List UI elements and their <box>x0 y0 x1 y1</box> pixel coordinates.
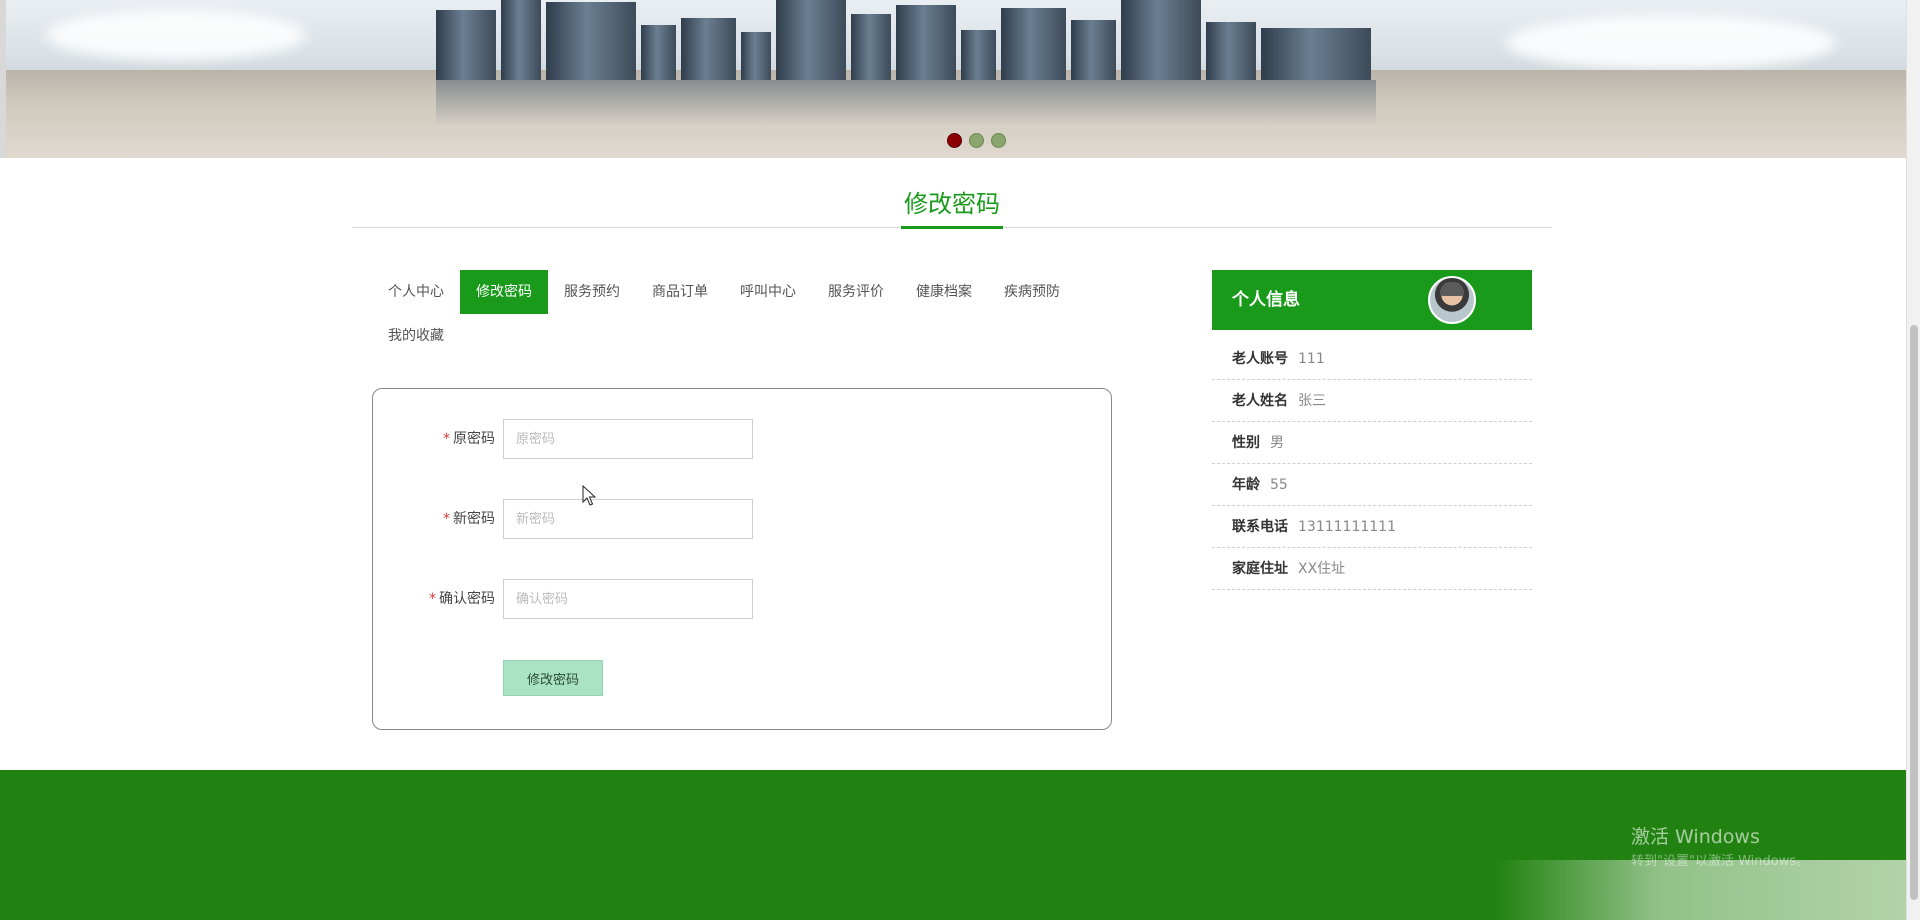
tab-3[interactable]: 商品订单 <box>636 270 724 314</box>
tab-0[interactable]: 个人中心 <box>372 270 460 314</box>
old-password-input[interactable] <box>503 419 753 459</box>
cursor-arrow-icon <box>582 484 597 506</box>
profile-row: 年龄 55 <box>1212 464 1532 506</box>
avatar[interactable] <box>1428 276 1476 324</box>
page-scrollbar[interactable] <box>1906 0 1920 920</box>
profile-field-label: 家庭住址 <box>1232 561 1288 577</box>
profile-row: 联系电话 13111111111 <box>1212 506 1532 548</box>
form-row-confirm-password: * 确认密码 <box>373 579 1111 621</box>
profile-header: 个人信息 <box>1212 270 1532 330</box>
page: 修改密码 个人中心 修改密码 服务预约 商品订单 呼叫中心 服务评价 健康档案 疾病预防 我的收… <box>0 0 1920 920</box>
profile-field-label: 联系电话 <box>1232 519 1288 535</box>
carousel-indicators <box>6 133 1906 148</box>
old-password-label: 原密码 <box>453 431 495 447</box>
profile-title: 个人信息 <box>1232 290 1300 310</box>
banner-carousel <box>0 0 1906 158</box>
profile-panel: 个人信息 老人账号 111 老人姓名 张三 性别男年龄 55 联系电话 13111111111… <box>1212 270 1532 590</box>
required-mark: * <box>429 591 436 607</box>
page-title: 修改密码 <box>904 190 1000 218</box>
banner-reflection <box>436 80 1376 125</box>
tab-7[interactable]: 疾病预防 <box>988 270 1076 314</box>
confirm-password-label: 确认密码 <box>439 591 495 607</box>
change-password-form: * 原密码 * 新密码 * 确认密码 修改密码 <box>372 388 1112 730</box>
title-underline <box>901 226 1003 229</box>
carousel-dot[interactable] <box>946 133 962 148</box>
profile-row: 老人姓名 张三 <box>1212 380 1532 422</box>
profile-fields: 老人账号 111 老人姓名 张三 性别男年龄 55 联系电话 13111111111 家庭住址 X… <box>1212 338 1532 590</box>
activation-watermark-subtitle: 转到"设置"以激活 Windows。 <box>1631 854 1810 869</box>
activation-watermark: 激活 Windows <box>1631 826 1760 848</box>
avatar-cap <box>1440 282 1464 296</box>
profile-field-label: 年龄 <box>1232 477 1260 493</box>
scrollbar-thumb[interactable] <box>1910 325 1918 900</box>
profile-row: 老人账号 111 <box>1212 338 1532 380</box>
form-row-new-password: * 新密码 <box>373 499 1111 541</box>
section-header: 修改密码 <box>352 158 1552 229</box>
footer-decoration <box>1495 860 1906 920</box>
profile-field-label: 老人账号 <box>1232 351 1288 367</box>
new-password-input[interactable] <box>503 499 753 539</box>
profile-field-value: 55 <box>1270 477 1288 493</box>
profile-field-value: XX住址 <box>1298 561 1346 577</box>
change-password-button[interactable]: 修改密码 <box>503 660 603 696</box>
profile-field-label: 性别 <box>1232 435 1260 451</box>
carousel-dot[interactable] <box>990 133 1006 148</box>
profile-field-label: 老人姓名 <box>1232 393 1288 409</box>
new-password-label: 新密码 <box>453 511 495 527</box>
tab-6[interactable]: 健康档案 <box>900 270 988 314</box>
tab-1[interactable]: 修改密码 <box>460 270 548 314</box>
banner-cloud <box>1506 15 1836 70</box>
carousel-dot[interactable] <box>968 133 984 148</box>
profile-field-value: 111 <box>1298 351 1325 367</box>
profile-field-value: 13111111111 <box>1298 519 1396 535</box>
banner-skyline <box>436 0 1376 80</box>
profile-row: 家庭住址 XX住址 <box>1212 548 1532 590</box>
profile-row: 性别男 <box>1212 422 1532 464</box>
tab-5[interactable]: 服务评价 <box>812 270 900 314</box>
confirm-password-input[interactable] <box>503 579 753 619</box>
tab-4[interactable]: 呼叫中心 <box>724 270 812 314</box>
banner-cloud <box>46 10 306 60</box>
tab-2[interactable]: 服务预约 <box>548 270 636 314</box>
tab-8[interactable]: 我的收藏 <box>372 314 460 358</box>
form-row-old-password: * 原密码 <box>373 419 1111 461</box>
required-mark: * <box>443 511 450 527</box>
required-mark: * <box>443 431 450 447</box>
profile-field-value: 张三 <box>1298 393 1326 409</box>
profile-field-value: 男 <box>1270 435 1284 451</box>
